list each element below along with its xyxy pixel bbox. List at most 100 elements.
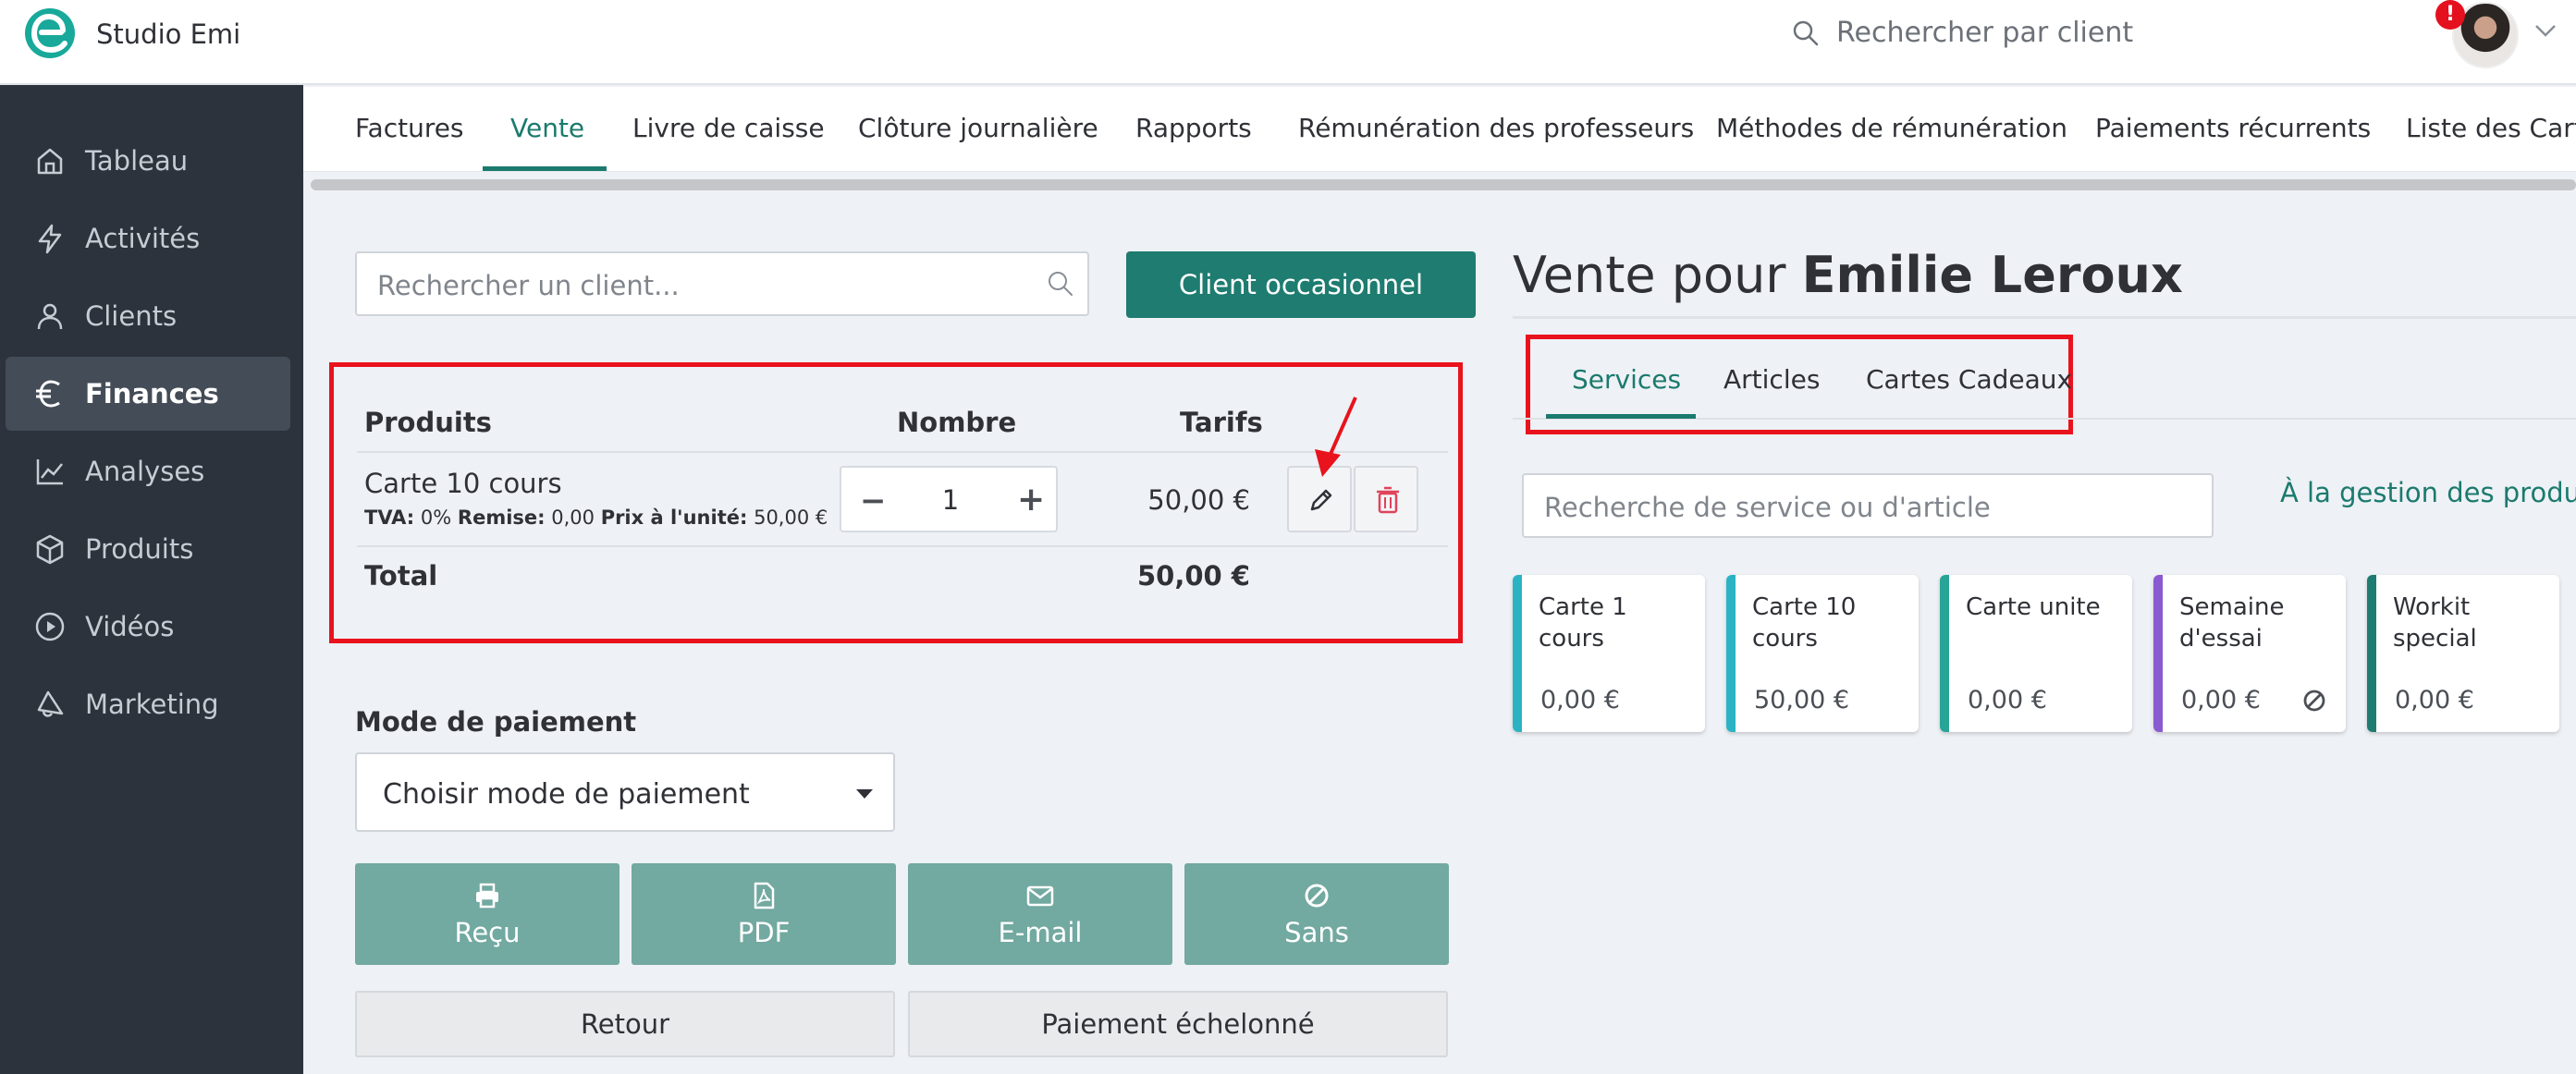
increment-button[interactable]: + bbox=[1017, 481, 1045, 519]
sidebar: Tableau Activités Clients Finances Analy… bbox=[0, 85, 303, 1074]
trash-icon bbox=[1377, 486, 1399, 514]
service-search-input[interactable]: Recherche de service ou d'article bbox=[1522, 473, 2214, 538]
sidebar-item-label: Activités bbox=[85, 223, 201, 254]
euro-icon bbox=[36, 380, 60, 408]
top-bar: Studio Emi Rechercher par client ! bbox=[0, 0, 2576, 85]
tab-cartes-cadeaux[interactable]: Cartes Cadeaux bbox=[1866, 364, 2072, 395]
ban-icon bbox=[1305, 884, 1329, 908]
service-card[interactable]: Workit special 0,00 € bbox=[2367, 575, 2559, 732]
service-card[interactable]: Carte 10 cours 50,00 € bbox=[1726, 575, 1919, 732]
chart-icon bbox=[36, 459, 63, 485]
tab-paiements-recurrents[interactable]: Paiements récurrents bbox=[2095, 113, 2371, 143]
quantity-value[interactable]: 1 bbox=[934, 484, 967, 516]
payment-method-select[interactable]: Choisir mode de paiement bbox=[355, 752, 895, 832]
service-card-name: Semaine d'essai bbox=[2179, 593, 2285, 653]
occasional-client-button[interactable]: Client occasionnel bbox=[1126, 251, 1476, 318]
cart-header-products: Produits bbox=[364, 407, 492, 438]
tab-methodes-remuneration[interactable]: Méthodes de rémunération bbox=[1716, 113, 2067, 143]
box-icon bbox=[36, 534, 64, 565]
caret-down-icon bbox=[856, 789, 873, 799]
tab-services[interactable]: Services bbox=[1572, 364, 1681, 395]
tab-livre-de-caisse[interactable]: Livre de caisse bbox=[632, 113, 825, 143]
quantity-stepper[interactable]: − 1 + bbox=[840, 466, 1058, 532]
service-card-name: Carte 1 cours bbox=[1539, 593, 1627, 653]
tab-rapports[interactable]: Rapports bbox=[1135, 113, 1252, 143]
sidebar-item-label: Finances bbox=[85, 378, 219, 409]
top-search[interactable]: Rechercher par client bbox=[1792, 17, 2133, 49]
payment-method-value: Choisir mode de paiement bbox=[383, 778, 750, 811]
lightning-icon bbox=[38, 224, 62, 254]
service-search-placeholder: Recherche de service ou d'article bbox=[1544, 492, 1991, 523]
arrow-annotation-icon bbox=[1315, 397, 1357, 477]
horizontal-scrollbar[interactable] bbox=[311, 179, 2576, 190]
play-icon bbox=[35, 612, 65, 641]
sidebar-item-marketing[interactable]: Marketing bbox=[6, 667, 290, 741]
tab-vente[interactable]: Vente bbox=[510, 113, 584, 143]
sidebar-item-tableau[interactable]: Tableau bbox=[6, 124, 290, 198]
card-color-bar bbox=[2367, 575, 2376, 732]
sidebar-item-label: Analyses bbox=[85, 456, 205, 487]
megaphone-icon bbox=[37, 690, 64, 717]
total-value: 50,00 € bbox=[1136, 560, 1250, 592]
sidebar-item-label: Marketing bbox=[85, 689, 219, 720]
ban-icon bbox=[2303, 690, 2325, 712]
sidebar-item-clients[interactable]: Clients bbox=[6, 279, 290, 353]
tab-articles[interactable]: Articles bbox=[1723, 364, 1820, 395]
sidebar-item-finances[interactable]: Finances bbox=[6, 357, 290, 431]
tab-factures[interactable]: Factures bbox=[355, 113, 464, 143]
sidebar-item-videos[interactable]: Vidéos bbox=[6, 590, 290, 664]
sidebar-item-analyses[interactable]: Analyses bbox=[6, 434, 290, 508]
no-receipt-button-label: Sans bbox=[1284, 917, 1349, 948]
user-icon bbox=[37, 303, 63, 330]
service-card[interactable]: Carte 1 cours 0,00 € bbox=[1513, 575, 1705, 732]
envelope-icon bbox=[1026, 885, 1054, 907]
studio-logo-icon[interactable] bbox=[22, 6, 78, 61]
pdf-button[interactable]: PDF bbox=[632, 863, 896, 965]
service-card-price: 0,00 € bbox=[1540, 686, 1620, 714]
card-color-bar bbox=[2153, 575, 2163, 732]
chevron-down-icon[interactable] bbox=[2533, 22, 2558, 39]
sidebar-item-label: Tableau bbox=[85, 145, 189, 177]
card-color-bar bbox=[1940, 575, 1949, 732]
email-button[interactable]: E-mail bbox=[908, 863, 1172, 965]
notification-badge[interactable]: ! bbox=[2435, 0, 2465, 30]
tab-remuneration-professeurs[interactable]: Rémunération des professeurs bbox=[1298, 113, 1694, 143]
service-card-name: Carte 10 cours bbox=[1752, 593, 1857, 653]
no-receipt-button[interactable]: Sans bbox=[1184, 863, 1449, 965]
total-label: Total bbox=[364, 560, 438, 592]
sidebar-item-activites[interactable]: Activités bbox=[6, 201, 290, 275]
product-management-link[interactable]: À la gestion des produits bbox=[2280, 477, 2576, 508]
tab-liste-des-cartes[interactable]: Liste des Carte bbox=[2406, 113, 2576, 143]
service-card[interactable]: Carte unite 0,00 € bbox=[1940, 575, 2132, 732]
delete-item-button[interactable] bbox=[1354, 466, 1418, 532]
service-card-name: Workit special bbox=[2393, 593, 2477, 653]
pdf-button-label: PDF bbox=[737, 917, 791, 948]
decrement-button[interactable]: − bbox=[860, 482, 887, 519]
sidebar-item-produits[interactable]: Produits bbox=[6, 512, 290, 586]
printer-icon bbox=[476, 883, 498, 909]
search-icon bbox=[1793, 20, 1819, 45]
client-name: Emilie Leroux bbox=[1801, 246, 2183, 304]
receipt-button-label: Reçu bbox=[454, 917, 521, 948]
active-tab-indicator bbox=[483, 166, 607, 171]
cart-item-price: 50,00 € bbox=[1147, 484, 1250, 516]
installment-payment-button[interactable]: Paiement échelonné bbox=[908, 991, 1448, 1057]
sidebar-item-label: Clients bbox=[85, 300, 178, 332]
payment-method-label: Mode de paiement bbox=[355, 706, 637, 738]
cart-divider bbox=[357, 451, 1448, 453]
pdf-file-icon bbox=[754, 882, 775, 909]
top-search-placeholder: Rechercher par client bbox=[1836, 17, 2134, 49]
search-icon bbox=[1049, 272, 1073, 296]
service-card[interactable]: Semaine d'essai 0,00 € bbox=[2153, 575, 2346, 732]
tab-cloture-journaliere[interactable]: Clôture journalière bbox=[858, 113, 1098, 143]
client-search-input[interactable]: Rechercher un client... bbox=[355, 251, 1089, 316]
receipt-button[interactable]: Reçu bbox=[355, 863, 619, 965]
service-card-price: 0,00 € bbox=[2395, 686, 2474, 714]
service-card-price: 50,00 € bbox=[1754, 686, 1850, 714]
service-card-price: 0,00 € bbox=[2181, 686, 2261, 714]
service-card-name: Carte unite bbox=[1966, 593, 2101, 621]
cart-divider bbox=[357, 545, 1448, 547]
home-icon bbox=[37, 148, 63, 175]
studio-name[interactable]: Studio Emi bbox=[96, 18, 240, 50]
back-button[interactable]: Retour bbox=[355, 991, 895, 1057]
